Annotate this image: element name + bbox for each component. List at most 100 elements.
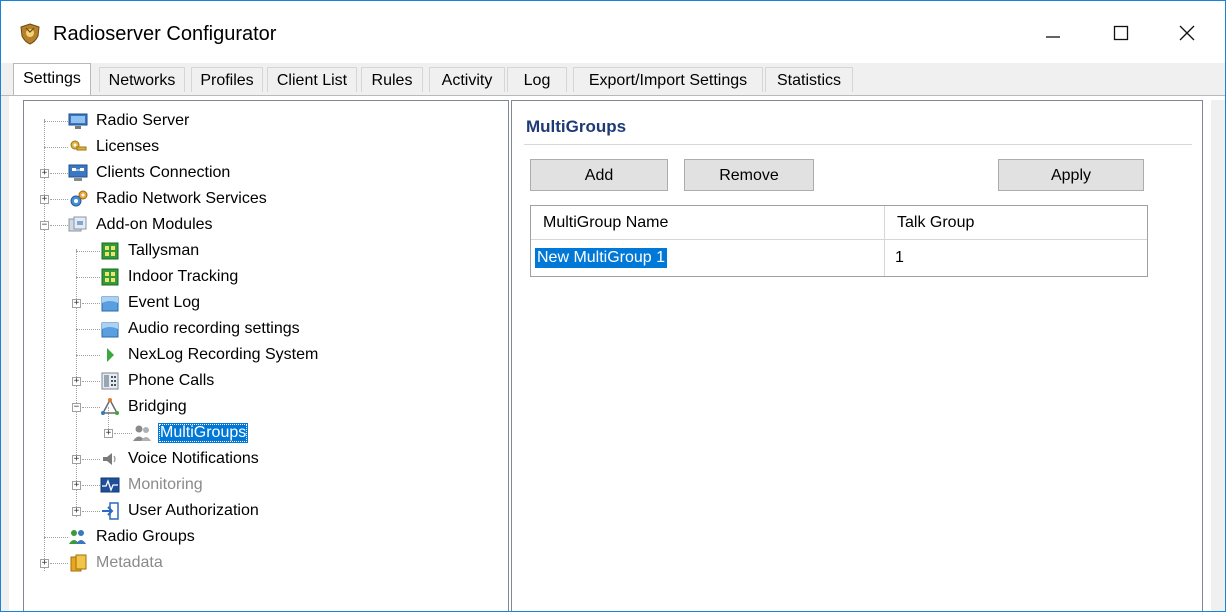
tree-label: Audio recording settings xyxy=(128,320,300,337)
login-arrow-icon xyxy=(102,502,119,520)
multigroup-name-editor[interactable]: New MultiGroup 1 xyxy=(535,248,668,268)
tree-line xyxy=(50,173,68,174)
tree-item-bridging[interactable]: Bridging xyxy=(100,394,189,420)
tree-label: Monitoring xyxy=(128,476,203,493)
tab-profiles[interactable]: Profiles xyxy=(191,67,263,92)
tree-label: Licenses xyxy=(96,138,160,155)
tree-item-radio-groups[interactable]: Radio Groups xyxy=(68,524,197,550)
bridge-icon xyxy=(101,398,119,415)
expand-toggle[interactable]: + xyxy=(72,481,81,490)
tree-item-voice-notifications[interactable]: Voice Notifications xyxy=(100,446,261,472)
tree-label: Bridging xyxy=(128,398,187,415)
tree-item-add-on-modules[interactable]: Add-on Modules xyxy=(68,212,215,238)
expand-toggle[interactable]: + xyxy=(40,559,49,568)
column-header-talk-group[interactable]: Talk Group xyxy=(885,206,1147,240)
expand-toggle[interactable]: + xyxy=(40,169,49,178)
tree-line xyxy=(82,303,100,304)
expand-toggle[interactable]: + xyxy=(72,299,81,308)
app-window: Radioserver Configurator Settings Networ… xyxy=(0,0,1226,612)
tree-line xyxy=(44,119,45,571)
cell-talk-group[interactable]: 1 xyxy=(885,240,1147,276)
add-button[interactable]: Add xyxy=(530,159,668,191)
tree-item-radio-network-services[interactable]: Radio Network Services xyxy=(68,186,269,212)
tree-label: Event Log xyxy=(128,294,201,311)
tree-label: User Authorization xyxy=(128,502,259,519)
multigroups-table[interactable]: MultiGroup Name Talk Group New MultiGrou… xyxy=(530,205,1148,277)
tree-item-phone-calls[interactable]: Phone Calls xyxy=(100,368,216,394)
tree-line xyxy=(76,251,100,252)
tree-label-selected: MultiGroups xyxy=(158,423,249,443)
tab-activity[interactable]: Activity xyxy=(429,67,505,92)
tree-label: Metadata xyxy=(96,554,163,571)
tree-label: Voice Notifications xyxy=(128,450,259,467)
tree-line xyxy=(82,511,100,512)
settings-tree[interactable]: Radio Server Licenses + Clients Connecti… xyxy=(23,100,509,611)
tab-statistics[interactable]: Statistics xyxy=(765,67,853,92)
tree-line xyxy=(76,355,100,356)
cell-multigroup-name[interactable]: New MultiGroup 1 xyxy=(531,240,885,276)
expand-toggle[interactable]: + xyxy=(72,455,81,464)
tree-label: Add-on Modules xyxy=(96,216,213,233)
modules-icon xyxy=(68,216,87,232)
tab-client-list[interactable]: Client List xyxy=(267,67,357,92)
tree-line xyxy=(50,225,68,226)
tree-item-monitoring[interactable]: Monitoring xyxy=(100,472,205,498)
speaker-icon xyxy=(103,453,116,465)
tab-log[interactable]: Log xyxy=(507,67,567,92)
tab-settings[interactable]: Settings xyxy=(13,63,91,95)
collapse-toggle[interactable]: − xyxy=(72,403,81,412)
tree-line xyxy=(50,199,68,200)
expand-toggle[interactable]: + xyxy=(104,429,113,438)
title-bar[interactable]: Radioserver Configurator xyxy=(1,1,1225,63)
tree-line xyxy=(82,485,100,486)
tree-line xyxy=(50,563,68,564)
database-icon xyxy=(70,554,87,572)
tree-label: Clients Connection xyxy=(96,164,231,181)
tree-label: NexLog Recording System xyxy=(128,346,319,363)
users-group-icon xyxy=(133,425,151,441)
tree-line xyxy=(76,329,100,330)
settings-panel: Radio Server Licenses + Clients Connecti… xyxy=(9,96,1225,611)
tree-item-nexlog-recording-system[interactable]: NexLog Recording System xyxy=(100,342,320,368)
tab-export-import-settings[interactable]: Export/Import Settings xyxy=(573,67,763,92)
minimize-icon xyxy=(1046,36,1060,38)
tree-label: Phone Calls xyxy=(128,372,215,389)
phone-icon xyxy=(101,372,119,390)
minimize-button[interactable] xyxy=(1029,11,1077,55)
tree-line xyxy=(114,433,132,434)
tree-line xyxy=(82,407,100,408)
tree-item-event-log[interactable]: Event Log xyxy=(100,290,202,316)
network-computers-icon xyxy=(68,164,88,181)
audio-settings-icon xyxy=(101,322,119,338)
tab-networks[interactable]: Networks xyxy=(99,67,185,92)
column-header-multigroup-name[interactable]: MultiGroup Name xyxy=(531,206,885,240)
circuit-board-icon xyxy=(101,242,119,260)
collapse-toggle[interactable]: − xyxy=(40,221,49,230)
expand-toggle[interactable]: + xyxy=(72,377,81,386)
remove-button[interactable]: Remove xyxy=(684,159,814,191)
tree-item-metadata[interactable]: Metadata xyxy=(68,550,165,576)
expand-toggle[interactable]: + xyxy=(40,195,49,204)
tree-item-indoor-tracking[interactable]: Indoor Tracking xyxy=(100,264,240,290)
tab-rules[interactable]: Rules xyxy=(361,67,423,92)
tree-line xyxy=(82,459,100,460)
gears-icon xyxy=(70,190,88,207)
expand-toggle[interactable]: + xyxy=(72,507,81,516)
tree-item-clients-connection[interactable]: Clients Connection xyxy=(68,160,232,186)
apply-button[interactable]: Apply xyxy=(998,159,1144,191)
tree-item-radio-server[interactable]: Radio Server xyxy=(68,108,191,134)
tree-item-tallysman[interactable]: Tallysman xyxy=(100,238,201,264)
tab-bar: Settings Networks Profiles Client List R… xyxy=(1,63,1225,95)
tree-line xyxy=(76,277,100,278)
close-button[interactable] xyxy=(1163,11,1211,55)
tree-label: Indoor Tracking xyxy=(128,268,239,285)
app-logo-icon xyxy=(20,23,40,45)
maximize-button[interactable] xyxy=(1097,11,1145,55)
title-divider xyxy=(524,144,1192,145)
tree-item-user-authorization[interactable]: User Authorization xyxy=(100,498,261,524)
tree-item-multigroups[interactable]: MultiGroups xyxy=(132,420,249,446)
tree-line xyxy=(82,381,100,382)
tree-item-audio-recording-settings[interactable]: Audio recording settings xyxy=(100,316,302,342)
tree-label: Radio Server xyxy=(96,112,190,129)
tree-item-licenses[interactable]: Licenses xyxy=(68,134,161,160)
